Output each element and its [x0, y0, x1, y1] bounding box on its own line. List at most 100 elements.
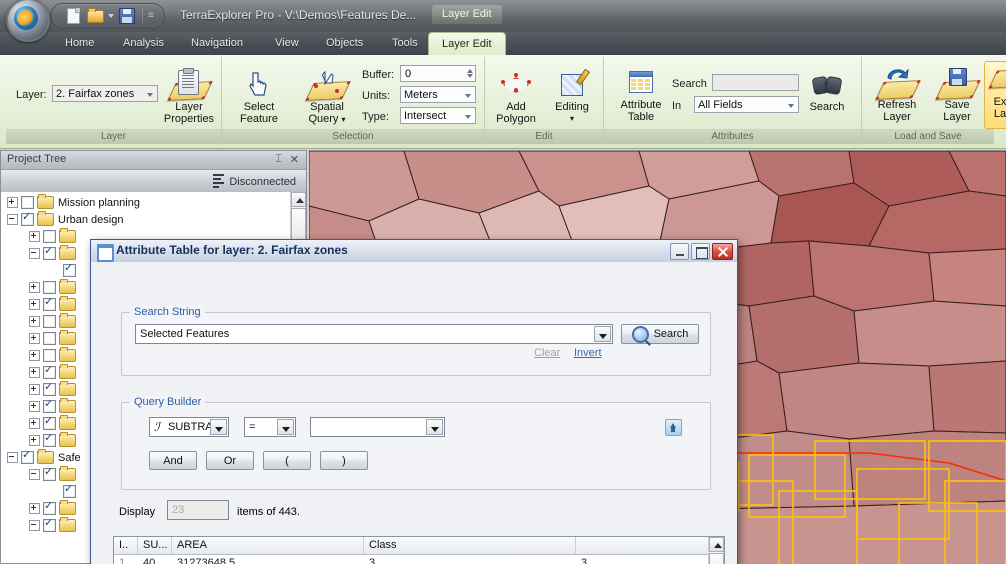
tab-navigation[interactable]: Navigation — [178, 32, 256, 55]
tree-node-checkbox[interactable] — [43, 500, 56, 515]
customize-toolbar-icon[interactable]: ≡ — [148, 11, 154, 21]
tree-node-checkbox[interactable] — [63, 262, 76, 277]
attribute-grid[interactable]: I.. SU... AREA Class 1. 40... 31273648.5… — [113, 536, 725, 564]
tree-node[interactable] — [29, 245, 80, 262]
tree-node-checkbox[interactable] — [21, 211, 34, 226]
tab-view[interactable]: View — [262, 32, 312, 55]
buffer-increment-icon[interactable] — [467, 69, 473, 73]
tree-node-checkbox[interactable] — [43, 332, 56, 345]
tab-objects[interactable]: Objects — [313, 32, 376, 55]
open-folder-button[interactable] — [85, 7, 105, 26]
tab-analysis[interactable]: Analysis — [110, 32, 177, 55]
editing-dropdown-arrow-icon[interactable]: ▾ — [541, 113, 603, 125]
tree-node-checkbox[interactable] — [43, 230, 56, 243]
tree-node[interactable]: Urban design — [7, 211, 123, 228]
grid-scroll-up-icon[interactable] — [709, 537, 724, 552]
expand-icon[interactable] — [29, 384, 40, 395]
tree-node[interactable]: Mission planning — [7, 194, 140, 211]
expand-icon[interactable] — [29, 367, 40, 378]
tree-node[interactable]: Safe — [7, 449, 81, 466]
expand-icon[interactable] — [29, 231, 40, 242]
grid-column-0[interactable]: I.. — [114, 537, 138, 554]
and-button[interactable]: And — [149, 451, 197, 470]
tree-node-checkbox[interactable] — [43, 296, 56, 311]
table-row[interactable]: 1. 40... 31273648.5 3 3... — [114, 555, 711, 564]
tree-node[interactable] — [29, 279, 80, 296]
expand-icon[interactable] — [7, 197, 18, 208]
collapse-icon[interactable] — [29, 469, 40, 480]
close-icon[interactable]: ✕ — [290, 153, 299, 166]
tree-node[interactable] — [29, 432, 80, 449]
save-button[interactable] — [117, 7, 137, 26]
layer-select[interactable]: 2. Fairfax zones — [52, 85, 158, 102]
grid-scrollbar-thumb[interactable] — [709, 553, 724, 564]
tree-node[interactable] — [51, 483, 79, 500]
grid-column-3[interactable]: Class — [364, 537, 576, 554]
collapse-icon[interactable] — [29, 520, 40, 531]
tree-node-checkbox[interactable] — [21, 196, 34, 209]
query-operator-select[interactable]: = — [244, 417, 296, 437]
ribbon-search-button[interactable]: Search — [800, 67, 854, 113]
buffer-decrement-icon[interactable] — [467, 74, 473, 78]
buffer-input[interactable]: 0 — [400, 65, 476, 82]
expand-icon[interactable] — [29, 333, 40, 344]
collapse-icon[interactable] — [7, 214, 18, 225]
tab-home[interactable]: Home — [52, 32, 107, 55]
clear-link[interactable]: Clear — [534, 347, 560, 359]
save-layer-button[interactable]: Save Layer — [926, 65, 988, 123]
tree-node-checkbox[interactable] — [43, 381, 56, 396]
expand-icon[interactable] — [29, 401, 40, 412]
open-paren-button[interactable]: ( — [263, 451, 311, 470]
tree-node-checkbox[interactable] — [43, 364, 56, 379]
ribbon-fields-select[interactable]: All Fields — [694, 96, 799, 113]
expand-icon[interactable] — [29, 418, 40, 429]
grid-column-4[interactable] — [576, 537, 711, 554]
minimize-button[interactable] — [670, 243, 689, 260]
select-feature-button[interactable]: Select Feature — [228, 67, 290, 125]
tree-node[interactable] — [29, 330, 80, 347]
export-layer-button[interactable]: Ex La — [984, 61, 1006, 129]
grid-scrollbar[interactable] — [708, 537, 724, 564]
tree-node-checkbox[interactable] — [43, 432, 56, 447]
expand-icon[interactable] — [29, 316, 40, 327]
units-select[interactable]: Meters — [400, 86, 476, 103]
dialog-title-bar[interactable]: Attribute Table for layer: 2. Fairfax zo… — [91, 240, 737, 263]
tree-node[interactable] — [29, 313, 80, 330]
or-button[interactable]: Or — [206, 451, 254, 470]
invert-link[interactable]: Invert — [574, 347, 602, 359]
tab-layer-edit[interactable]: Layer Edit — [428, 32, 506, 56]
maximize-button[interactable] — [691, 243, 710, 260]
query-field-dropdown-arrow-icon[interactable] — [210, 419, 227, 435]
close-paren-button[interactable]: ) — [320, 451, 368, 470]
tree-node-checkbox[interactable] — [43, 349, 56, 362]
layer-properties-button[interactable]: Layer Properties — [158, 67, 220, 125]
expand-icon[interactable] — [29, 299, 40, 310]
editing-button[interactable]: Editing ▾ — [541, 67, 603, 125]
add-polygon-button[interactable]: Add Polygon — [485, 67, 547, 125]
upload-icon[interactable] — [665, 419, 682, 436]
tree-node-checkbox[interactable] — [43, 281, 56, 294]
grid-column-1[interactable]: SU... — [138, 537, 172, 554]
tree-node[interactable] — [29, 364, 80, 381]
application-orb-button[interactable] — [6, 0, 50, 42]
tree-node-checkbox[interactable] — [43, 398, 56, 413]
tree-node-checkbox[interactable] — [43, 517, 56, 532]
scroll-up-icon[interactable] — [291, 192, 306, 207]
tree-node-checkbox[interactable] — [63, 483, 76, 498]
query-field-select[interactable]: ℐ SUBTRA — [149, 417, 229, 437]
attribute-table-button[interactable]: Attribute Table — [610, 65, 672, 123]
search-string-input[interactable]: Selected Features — [135, 324, 613, 344]
refresh-layer-button[interactable]: Refresh Layer — [866, 65, 928, 123]
query-operator-dropdown-arrow-icon[interactable] — [277, 419, 294, 435]
ribbon-search-input[interactable] — [712, 74, 799, 91]
tree-node-checkbox[interactable] — [43, 315, 56, 328]
spatial-query-dropdown-arrow-icon[interactable]: ▾ — [342, 115, 346, 124]
tab-tools[interactable]: Tools — [379, 32, 431, 55]
close-button[interactable] — [712, 243, 733, 260]
expand-icon[interactable] — [29, 503, 40, 514]
query-value-select[interactable] — [310, 417, 445, 437]
tree-node[interactable] — [29, 415, 80, 432]
tree-node[interactable] — [29, 466, 80, 483]
tree-node-checkbox[interactable] — [21, 449, 34, 464]
type-select[interactable]: Intersect — [400, 107, 476, 124]
